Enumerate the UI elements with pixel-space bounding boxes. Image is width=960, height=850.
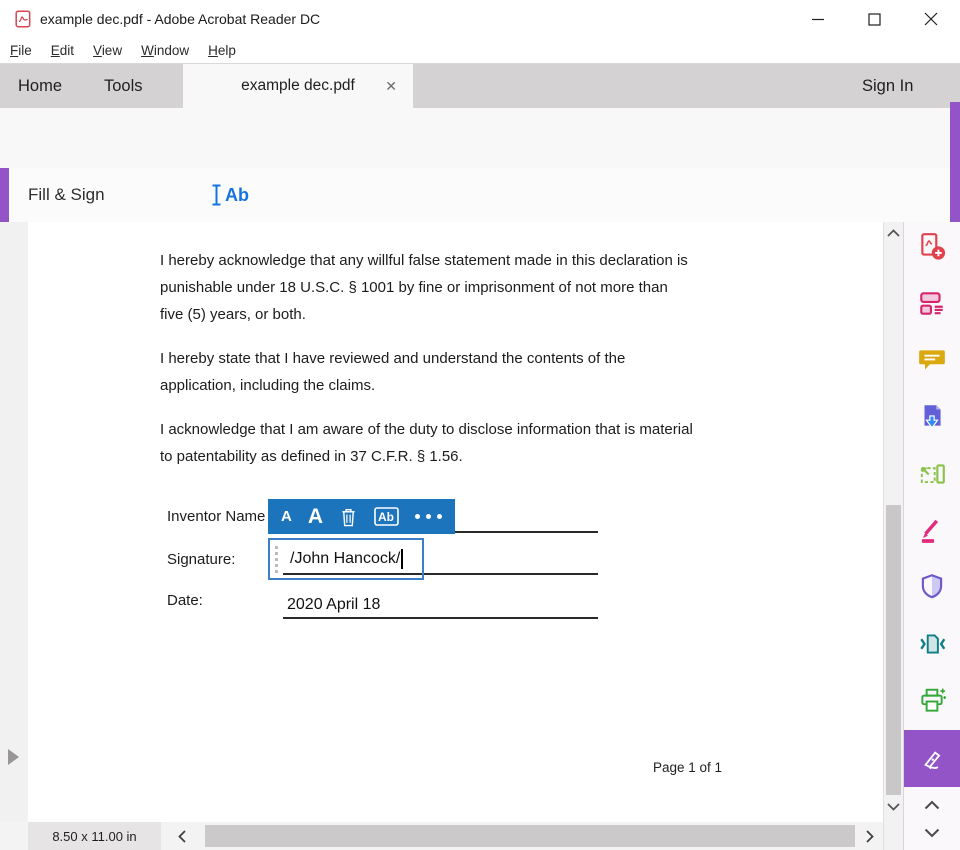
- tool-organize-pages[interactable]: [912, 454, 952, 494]
- pdf-file-icon: [14, 10, 32, 28]
- fill-sign-pen-icon: [917, 743, 949, 775]
- chevron-up-icon: [924, 800, 940, 810]
- document-text: I hereby acknowledge that any willful fa…: [160, 247, 740, 470]
- expand-pane-handle[interactable]: [8, 749, 19, 765]
- scroll-down-button[interactable]: [884, 799, 903, 815]
- paragraph-line: punishable under 18 U.S.C. § 1001 by fin…: [160, 274, 740, 301]
- right-accent-strip: [950, 102, 960, 222]
- vertical-scroll-thumb[interactable]: [886, 505, 901, 795]
- organize-pages-icon: [917, 459, 947, 489]
- chevron-right-icon: [866, 830, 874, 843]
- field-drag-handle[interactable]: [275, 546, 278, 573]
- tool-export-pdf[interactable]: [912, 397, 952, 437]
- menu-edit[interactable]: Edit: [51, 43, 74, 58]
- sidebar-scroll-up-button[interactable]: [918, 794, 946, 816]
- svg-text:Ab: Ab: [378, 510, 394, 524]
- comment-icon: [917, 345, 947, 375]
- field-more-options-button[interactable]: [415, 514, 442, 519]
- minimize-icon: [811, 12, 825, 26]
- title-bar: example dec.pdf - Adobe Acrobat Reader D…: [0, 0, 960, 38]
- close-icon: [924, 12, 938, 26]
- text-cursor-icon: [211, 184, 222, 206]
- page-footer: Page 1 of 1: [653, 760, 722, 775]
- chevron-left-icon: [178, 830, 186, 843]
- left-pane-strip: [0, 222, 28, 822]
- add-text-tool[interactable]: Ab: [211, 168, 249, 222]
- printer-sparkle-icon: [917, 686, 947, 716]
- signature-value: /John Hancock/: [290, 550, 400, 568]
- trash-icon[interactable]: [339, 507, 358, 527]
- paragraph-line: I acknowledge that I am aware of the dut…: [160, 416, 740, 443]
- tab-tools[interactable]: Tools: [104, 64, 143, 108]
- page-size-status: 8.50 x 11.00 in: [28, 822, 161, 850]
- chevron-down-icon: [924, 828, 940, 838]
- signature-label: Signature:: [167, 551, 235, 568]
- compress-pdf-icon: [917, 629, 947, 659]
- sign-in-button[interactable]: Sign In: [862, 64, 913, 108]
- tool-edit-pdf[interactable]: [912, 510, 952, 550]
- combine-files-icon: [917, 288, 947, 318]
- inventor-name-label: Inventor Name: [167, 508, 265, 525]
- tab-document-label: example dec.pdf: [241, 77, 355, 95]
- paragraph-line: application, including the claims.: [160, 372, 740, 399]
- paragraph-line: to patentability as defined in 37 C.F.R.…: [160, 443, 740, 470]
- window-title: example dec.pdf - Adobe Acrobat Reader D…: [40, 0, 320, 38]
- fill-sign-toolbar: Fill & Sign Ab Sign Next: [0, 168, 960, 223]
- horizontal-scroll-thumb[interactable]: [205, 825, 855, 847]
- main-toolbar: 1 / 1 75% Share: [0, 108, 960, 169]
- tab-home[interactable]: Home: [18, 64, 62, 108]
- tab-close-icon[interactable]: ✕: [385, 64, 397, 108]
- export-pdf-icon: [917, 402, 947, 432]
- pen-highlight-icon: [917, 515, 947, 545]
- chevron-down-icon: [887, 803, 900, 811]
- vertical-scrollbar[interactable]: [883, 222, 903, 850]
- fill-sign-accent-strip: [0, 168, 9, 222]
- text-field-type-icon[interactable]: Ab: [374, 507, 399, 526]
- tool-create-pdf[interactable]: [912, 226, 952, 266]
- menu-window[interactable]: Window: [141, 43, 189, 58]
- paragraph-line: I hereby acknowledge that any willful fa…: [160, 247, 740, 274]
- sidebar-scroll-down-button[interactable]: [918, 822, 946, 844]
- tool-fill-and-sign-active[interactable]: [904, 730, 960, 787]
- tool-combine-files[interactable]: [912, 283, 952, 323]
- chevron-up-icon: [887, 229, 900, 237]
- tools-sidebar: [903, 222, 960, 850]
- menu-file[interactable]: File: [10, 43, 32, 58]
- tool-comment[interactable]: [912, 340, 952, 380]
- minimize-button[interactable]: [790, 0, 846, 38]
- date-line: [283, 617, 598, 619]
- scroll-right-button[interactable]: [858, 822, 882, 850]
- menu-view[interactable]: View: [93, 43, 122, 58]
- increase-text-size-button[interactable]: A: [308, 505, 323, 529]
- paragraph-line: five (5) years, or both.: [160, 301, 740, 328]
- fill-sign-title: Fill & Sign: [28, 168, 105, 222]
- acrobat-window: example dec.pdf - Adobe Acrobat Reader D…: [0, 0, 960, 850]
- bottom-status-bar: 8.50 x 11.00 in: [0, 822, 883, 850]
- paragraph-line: I hereby state that I have reviewed and …: [160, 345, 740, 372]
- scroll-left-button[interactable]: [170, 822, 194, 850]
- tab-bar: Home Tools example dec.pdf ✕ ? Sign In: [0, 64, 960, 108]
- menu-help[interactable]: Help: [208, 43, 236, 58]
- tool-print-production[interactable]: [912, 681, 952, 721]
- close-window-button[interactable]: [902, 0, 960, 38]
- text-cursor: [401, 549, 403, 569]
- tool-compress-pdf[interactable]: [912, 624, 952, 664]
- signature-text-field[interactable]: /John Hancock/: [268, 538, 424, 580]
- scroll-up-button[interactable]: [884, 225, 903, 241]
- tool-protect[interactable]: [912, 567, 952, 607]
- maximize-button[interactable]: [846, 0, 902, 38]
- decrease-text-size-button[interactable]: A: [281, 508, 292, 525]
- menu-bar: File Edit View Window Help: [0, 38, 960, 64]
- create-pdf-icon: [917, 231, 947, 261]
- date-value[interactable]: 2020 April 18: [287, 596, 380, 614]
- maximize-icon: [868, 13, 881, 26]
- shield-icon: [917, 572, 947, 602]
- field-floating-toolbar: A A Ab: [268, 499, 455, 534]
- tab-document[interactable]: example dec.pdf ✕: [183, 64, 413, 108]
- date-label: Date:: [167, 592, 203, 609]
